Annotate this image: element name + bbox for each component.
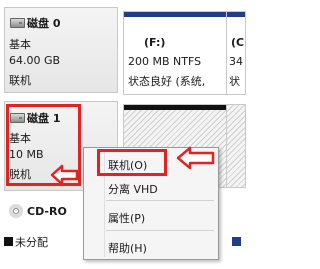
legend-primary-swatch [232,237,241,246]
partition-header-bar [227,12,245,17]
cdrom-title: CD-RO [27,205,67,218]
partition-f[interactable]: (F:) 200 MB NTFS 状态良好 (系统, [123,11,227,95]
partition-header-bar [124,12,226,17]
hatch-fill [227,105,245,187]
menu-separator [106,230,214,231]
partition-c-size: 34 [229,55,243,68]
left-arrow-icon [50,164,79,186]
menu-separator [106,200,214,201]
partition-f-name: (F:) [144,36,166,49]
disk0-type: 基本 [9,38,31,51]
partition-f-size: 200 MB NTFS [128,55,202,68]
disk0-title: 磁盘 0 [27,17,61,30]
partition-c-status: 状 [229,75,240,88]
disk0-status: 联机 [9,74,31,87]
menu-item-detach-vhd[interactable]: 分离 VHD [108,181,158,197]
disk-icon [10,18,25,28]
right-arrow-icon [176,146,215,170]
legend-unallocated-swatch [4,237,13,246]
menu-item-help[interactable]: 帮助(H) [108,240,147,256]
legend-unallocated-label: 未分配 [15,236,48,249]
disk0-size: 64.00 GB [9,54,61,67]
disk0-panel[interactable]: 磁盘 0 基本 64.00 GB 联机 [4,7,118,93]
menu-online-highlight [97,149,167,176]
menu-item-properties[interactable]: 属性(P) [108,210,145,226]
partition-c[interactable]: (C 34 状 [226,11,246,95]
disk1-space-right [226,104,246,188]
partition-f-status: 状态良好 (系统, [128,75,206,88]
partition-c-name: (C [231,36,245,49]
cdrom-icon [9,204,23,218]
